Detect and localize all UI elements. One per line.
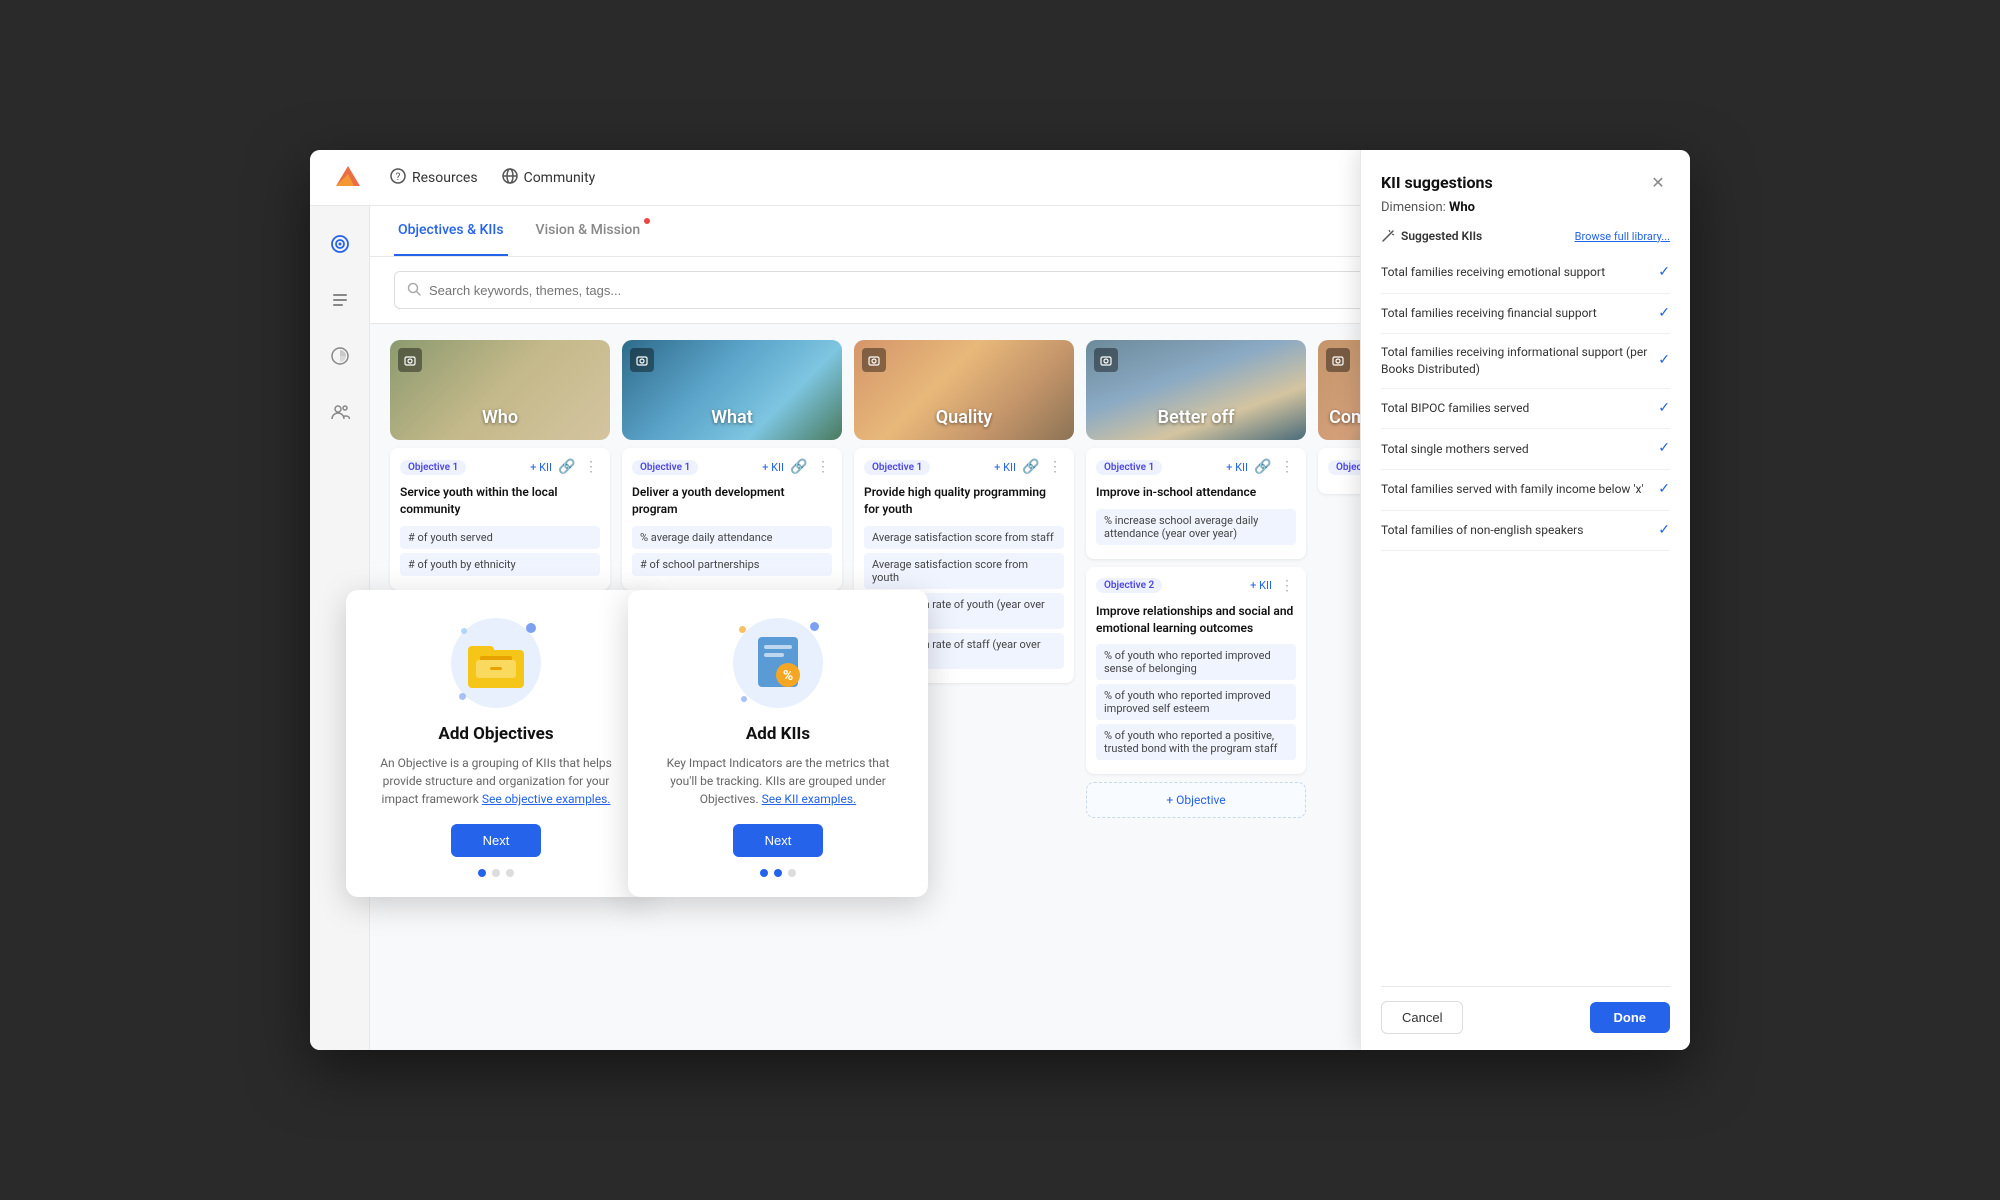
share-icon: [1595, 282, 1609, 299]
sidebar-icon-people[interactable]: [322, 394, 358, 430]
sidebar-icon-list[interactable]: [322, 282, 358, 318]
betteroff-obj2-more-icon[interactable]: ⋮: [1278, 577, 1296, 595]
tabs-bar: Objectives & KIIs Vision & Mission: [370, 206, 1690, 257]
betteroff-kii-3: % of youth who reported improved improve…: [1096, 684, 1296, 720]
who-add-kii-btn[interactable]: + KII: [530, 461, 552, 474]
community-add-kii-btn[interactable]: + KII: [1482, 461, 1504, 474]
who-title: Who: [482, 407, 518, 428]
betteroff-title: Better off: [1158, 407, 1235, 428]
what-link-icon[interactable]: 🔗: [790, 458, 808, 476]
notification-bell-icon[interactable]: [1542, 162, 1574, 194]
logo[interactable]: [330, 158, 366, 198]
community-title: Community Contribution: [1329, 407, 1527, 428]
column-betteroff-header: Better off: [1086, 340, 1306, 440]
quality-add-kii-btn[interactable]: + KII: [994, 461, 1016, 474]
community-more-icon[interactable]: ⋮: [1510, 458, 1528, 476]
quality-link-icon[interactable]: 🔗: [1022, 458, 1040, 476]
what-add-kii-btn[interactable]: + KII: [762, 461, 784, 474]
quality-kii-1: Average satisfaction score from staff: [864, 526, 1064, 549]
column-who: Who Objective 1 + KII 🔗 ⋮ Service youth …: [390, 340, 610, 1034]
quality-objective-1-card: Objective 1 + KII 🔗 ⋮ Provide high quali…: [854, 448, 1074, 683]
main-content: Objectives & KIIs Vision & Mission: [370, 206, 1690, 1050]
betteroff-kii-4: % of youth who reported a positive, trus…: [1096, 724, 1296, 760]
betteroff-link-icon[interactable]: 🔗: [1254, 458, 1272, 476]
column-quality-header: Quality: [854, 340, 1074, 440]
betteroff-kii-1: % increase school average daily attendan…: [1096, 509, 1296, 545]
column-betteroff: Better off Objective 1 + KII 🔗 ⋮ Improve…: [1086, 340, 1306, 1034]
nav-icons: [1542, 162, 1670, 194]
what-objective-1-card: Objective 1 + KII 🔗 ⋮ Deliver a youth de…: [622, 448, 842, 590]
columns-container: Who Objective 1 + KII 🔗 ⋮ Service youth …: [390, 340, 1670, 1034]
column-community: Community Contribution Objective 1 + KII…: [1318, 340, 1538, 1034]
who-kii-2: # of youth by ethnicity: [400, 553, 600, 576]
community-objective-1-card: Objective 1 + KII ⋮: [1318, 448, 1538, 494]
column-who-header: Who: [390, 340, 610, 440]
betteroff-more-icon[interactable]: ⋮: [1278, 458, 1296, 476]
betteroff-kii-2: % of youth who reported improved sense o…: [1096, 644, 1296, 680]
quality-kii-3: % Retention rate of youth (year over yea…: [864, 593, 1064, 629]
share-button[interactable]: Share: [1579, 274, 1666, 307]
who-kii-1: # of youth served: [400, 526, 600, 549]
who-link-icon[interactable]: 🔗: [558, 458, 576, 476]
content-area: Objectives & KIIs Vision & Mission: [310, 206, 1690, 1050]
resources-label: Resources: [412, 170, 478, 186]
betteroff-obj2-add-kii-btn[interactable]: + KII: [1250, 579, 1272, 592]
betteroff-objective-1-card: Objective 1 + KII 🔗 ⋮ Improve in-school …: [1086, 448, 1306, 559]
who-objective-1-card: Objective 1 + KII 🔗 ⋮ Service youth with…: [390, 448, 610, 590]
help-circle-icon: ?: [390, 168, 406, 188]
sidebar: [310, 206, 370, 1050]
user-avatar[interactable]: [1638, 162, 1670, 194]
who-obj1-badge: Objective 1: [400, 460, 466, 475]
tab-objectives-kiis[interactable]: Objectives & KIIs: [394, 206, 508, 256]
what-kii-2: # of school partnerships: [632, 553, 832, 576]
tab-vision-mission[interactable]: Vision & Mission: [532, 206, 645, 256]
column-community-header: Community Contribution: [1318, 340, 1538, 440]
collapse-all-button[interactable]: Collapse all ⌃: [1484, 283, 1568, 298]
community-label: Community: [524, 170, 596, 186]
who-obj1-title: Service youth within the local community: [400, 484, 600, 518]
search-icon: [407, 281, 421, 300]
toolbar: Collapse all ⌃ Share: [370, 257, 1690, 324]
search-input[interactable]: [429, 283, 1459, 298]
sidebar-icon-objectives[interactable]: [322, 226, 358, 262]
quality-obj1-badge: Objective 1: [864, 460, 930, 475]
main-window: ? Resources Community: [310, 150, 1690, 1050]
who-more-icon[interactable]: ⋮: [582, 458, 600, 476]
what-obj1-title: Deliver a youth development program: [632, 484, 832, 518]
chevron-up-icon: ⌃: [1556, 283, 1567, 298]
column-quality: Quality Objective 1 + KII 🔗 ⋮ Provide hi…: [854, 340, 1074, 1034]
tab-notification-dot: [644, 218, 650, 224]
what-title: What: [711, 407, 753, 428]
sidebar-icon-chart[interactable]: [322, 338, 358, 374]
quality-obj1-title: Provide high quality programming for you…: [864, 484, 1064, 518]
columns-scroll: Who Objective 1 + KII 🔗 ⋮ Service youth …: [370, 324, 1690, 1050]
what-kii-1: % average daily attendance: [632, 526, 832, 549]
betteroff-obj2-title: Improve relationships and social and emo…: [1096, 603, 1296, 637]
betteroff-obj1-title: Improve in-school attendance: [1096, 484, 1296, 501]
betteroff-add-objective-btn[interactable]: + Objective: [1086, 782, 1306, 818]
what-obj1-badge: Objective 1: [632, 460, 698, 475]
top-nav: ? Resources Community: [310, 150, 1690, 206]
quality-title: Quality: [936, 407, 992, 428]
quality-kii-4: % Retention rate of staff (year over yea…: [864, 633, 1064, 669]
column-what: What Objective 1 + KII 🔗 ⋮ Deliver a you…: [622, 340, 842, 1034]
search-bar[interactable]: [394, 271, 1472, 309]
what-more-icon[interactable]: ⋮: [814, 458, 832, 476]
betteroff-obj1-badge: Objective 1: [1096, 460, 1162, 475]
quality-kii-2: Average satisfaction score from youth: [864, 553, 1064, 589]
svg-text:?: ?: [396, 172, 401, 183]
globe-icon: [502, 168, 518, 188]
betteroff-obj2-badge: Objective 2: [1096, 578, 1162, 593]
quality-more-icon[interactable]: ⋮: [1046, 458, 1064, 476]
community-obj1-badge: Objective 1: [1328, 460, 1394, 475]
betteroff-add-kii-btn[interactable]: + KII: [1226, 461, 1248, 474]
settings-gear-icon[interactable]: [1590, 162, 1622, 194]
nav-resources[interactable]: ? Resources: [390, 168, 478, 188]
nav-community[interactable]: Community: [502, 168, 596, 188]
betteroff-objective-2-card: Objective 2 + KII ⋮ Improve relationship…: [1086, 567, 1306, 775]
column-what-header: What: [622, 340, 842, 440]
